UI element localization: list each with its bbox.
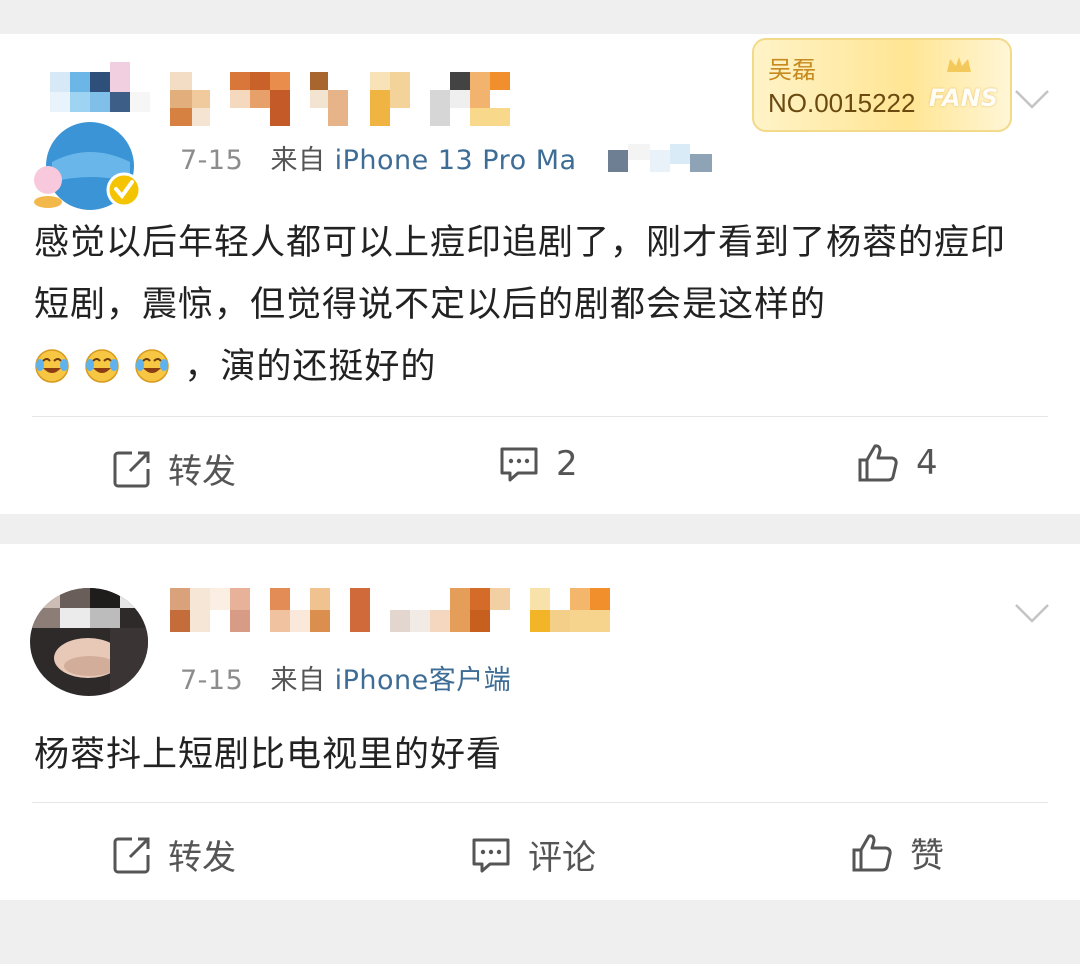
- fan-badge-fans-label: FANS: [928, 84, 998, 112]
- post-card: 7-15 来自 iPhone 13 Pro Ma 吴磊 NO.0015222 F…: [0, 34, 1080, 514]
- device-link[interactable]: iPhone 13 Pro Ma: [335, 145, 577, 176]
- post-meta: 7-15 来自 iPhone客户端: [180, 658, 511, 697]
- comment-count: 2: [556, 444, 578, 484]
- avatar[interactable]: [30, 588, 148, 696]
- fan-badge-number: NO.0015222: [768, 88, 916, 118]
- comment-icon: [500, 447, 538, 482]
- post-text: 杨蓉抖上短剧比电视里的好看: [34, 735, 503, 775]
- source-prefix: 来自: [270, 665, 326, 696]
- thumbs-up-icon: [858, 444, 898, 482]
- post-text: 感觉以后年轻人都可以上痘印追剧了，刚才看到了杨蓉的痘印短剧，震惊，但觉得说不定以…: [34, 223, 1007, 325]
- like-button[interactable]: 赞: [850, 828, 944, 877]
- post-date: 7-15: [180, 665, 244, 696]
- post-date: 7-15: [180, 145, 244, 176]
- comment-label: 评论: [528, 838, 596, 878]
- repost-button[interactable]: 转发: [112, 830, 236, 879]
- divider: [32, 802, 1048, 803]
- post-text-tail: ，演的还挺好的: [184, 347, 437, 387]
- avatar[interactable]: [30, 62, 150, 210]
- comment-button[interactable]: 2: [498, 444, 578, 484]
- source-prefix: 来自: [270, 145, 326, 176]
- thumbs-up-icon: [852, 833, 892, 871]
- fan-badge[interactable]: 吴磊 NO.0015222 FANS: [752, 38, 1012, 132]
- repost-label: 转发: [168, 838, 236, 878]
- crown-icon: [947, 57, 971, 72]
- username-mosaic[interactable]: [170, 588, 610, 632]
- username-mosaic[interactable]: [170, 72, 510, 146]
- repost-icon: [113, 837, 150, 873]
- post-content: 杨蓉抖上短剧比电视里的好看: [34, 724, 1040, 786]
- fan-badge-name: 吴磊: [768, 56, 816, 84]
- emoji-laugh-cry: [34, 347, 184, 387]
- repost-button[interactable]: 转发: [112, 444, 236, 493]
- like-button[interactable]: 4: [856, 442, 938, 484]
- repost-label: 转发: [168, 452, 236, 492]
- comment-button[interactable]: 评论: [470, 830, 596, 879]
- device-link[interactable]: iPhone客户端: [335, 665, 512, 696]
- chevron-down-icon[interactable]: [1014, 88, 1050, 110]
- post-meta: 7-15 来自 iPhone 13 Pro Ma: [180, 138, 577, 177]
- comment-icon: [472, 838, 510, 872]
- like-label: 赞: [910, 836, 944, 876]
- post-card: 7-15 来自 iPhone客户端 杨蓉抖上短剧比电视里的好看 转发 评论 赞: [0, 544, 1080, 900]
- chevron-down-icon[interactable]: [1014, 602, 1050, 624]
- post-content: 感觉以后年轻人都可以上痘印追剧了，刚才看到了杨蓉的痘印短剧，震惊，但觉得说不定以…: [34, 212, 1040, 398]
- device-mosaic: [608, 144, 712, 172]
- divider: [32, 416, 1048, 417]
- like-count: 4: [916, 443, 938, 483]
- repost-icon: [113, 451, 150, 487]
